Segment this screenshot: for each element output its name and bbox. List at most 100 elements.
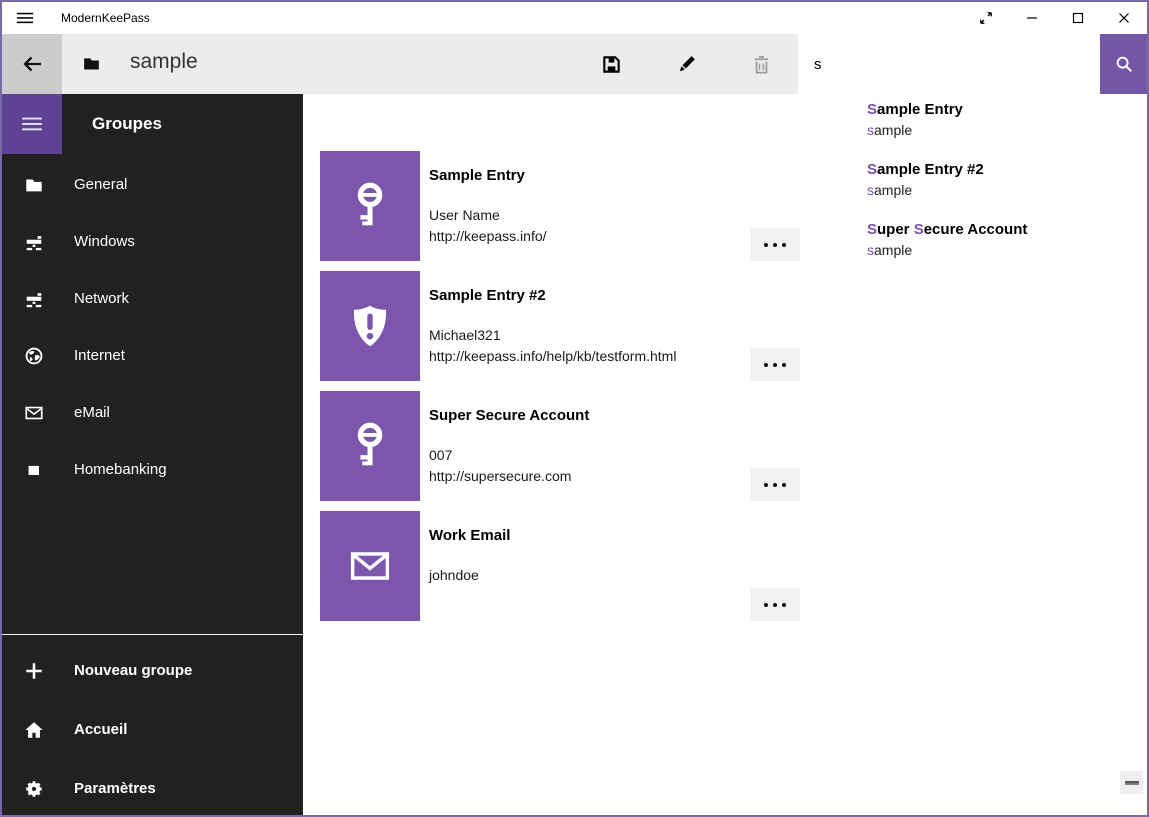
mail-icon bbox=[343, 539, 397, 593]
maximize-button[interactable] bbox=[1055, 2, 1101, 34]
back-button[interactable] bbox=[2, 34, 62, 94]
fullscreen-icon bbox=[978, 10, 994, 26]
sidebar-item-network[interactable]: Network bbox=[2, 270, 303, 327]
sidebar-item-label: Homebanking bbox=[74, 461, 167, 478]
minus-dash-icon bbox=[1125, 781, 1139, 785]
entry-tile bbox=[320, 151, 420, 261]
sidebar-item-label: Internet bbox=[74, 347, 125, 364]
entry-more-button[interactable] bbox=[750, 228, 800, 261]
entry-tile bbox=[320, 511, 420, 621]
groups-header: Groupes bbox=[92, 94, 162, 154]
fullscreen-button[interactable] bbox=[963, 2, 1009, 34]
entry-title: Super Secure Account bbox=[429, 407, 759, 425]
shield-alert-icon bbox=[343, 299, 397, 353]
entry-text: Super Secure Account 007 http://supersec… bbox=[429, 391, 759, 487]
entry-more-button[interactable] bbox=[750, 348, 800, 381]
search-suggestions: Sample Entry sample Sample Entry #2 samp… bbox=[867, 100, 1147, 280]
zoom-out-button[interactable] bbox=[1120, 771, 1143, 794]
sidebar: Groupes General Windows Network Internet… bbox=[2, 94, 303, 815]
window-controls bbox=[963, 2, 1147, 34]
database-title: sample bbox=[130, 50, 198, 74]
entry-more-button[interactable] bbox=[750, 588, 800, 621]
sidebar-item-homebanking[interactable]: Homebanking bbox=[2, 441, 303, 498]
entry-more-button[interactable] bbox=[750, 468, 800, 501]
folder-icon bbox=[24, 175, 44, 195]
delete-button[interactable] bbox=[724, 34, 799, 94]
pencil-icon bbox=[676, 54, 697, 75]
save-button[interactable] bbox=[574, 34, 649, 94]
search-box bbox=[798, 34, 1100, 94]
group-list: General Windows Network Internet eMail H… bbox=[2, 156, 303, 498]
entry-text: Sample Entry #2 Michael321 http://keepas… bbox=[429, 271, 759, 367]
suggestion-title: Sample Entry #2 bbox=[867, 160, 1147, 180]
suggestion-title: Sample Entry bbox=[867, 100, 1147, 120]
suggestion-subtitle: sample bbox=[867, 180, 1147, 200]
sidebar-item-email[interactable]: eMail bbox=[2, 384, 303, 441]
sidebar-item-label: Paramètres bbox=[74, 780, 156, 797]
back-arrow-icon bbox=[20, 52, 44, 76]
sidebar-item-label: Network bbox=[74, 290, 129, 307]
nav-menu-button[interactable] bbox=[2, 94, 62, 154]
suggestion-subtitle: sample bbox=[867, 240, 1147, 260]
entry-username: johndoe bbox=[429, 565, 759, 586]
entry-username: 007 bbox=[429, 445, 759, 466]
main-content: Sample Entry User Name http://keepass.in… bbox=[303, 94, 1147, 815]
database-folder-icon bbox=[82, 54, 101, 73]
sidebar-item-label: Accueil bbox=[74, 721, 127, 738]
sidebar-item-accueil[interactable]: Accueil bbox=[2, 700, 303, 759]
suggestion-subtitle: sample bbox=[867, 120, 1147, 140]
app-window: ModernKeePass sample bbox=[0, 0, 1149, 817]
hamburger-icon bbox=[21, 113, 43, 135]
titlebar: ModernKeePass bbox=[2, 2, 1147, 34]
minimize-icon bbox=[1024, 10, 1040, 26]
suggestion-title: Super Secure Account bbox=[867, 220, 1147, 240]
entry-super-secure-account[interactable]: Super Secure Account 007 http://supersec… bbox=[320, 391, 800, 501]
sidebar-item-general[interactable]: General bbox=[2, 156, 303, 213]
sidebar-item-nouveau-groupe[interactable]: Nouveau groupe bbox=[2, 641, 303, 700]
maximize-icon bbox=[1070, 10, 1086, 26]
entry-list: Sample Entry User Name http://keepass.in… bbox=[320, 151, 800, 631]
search-button[interactable] bbox=[1100, 34, 1147, 94]
globe-icon bbox=[24, 346, 44, 366]
key-icon bbox=[343, 179, 397, 233]
sidebar-item-label: Windows bbox=[74, 233, 135, 250]
entry-username: User Name bbox=[429, 205, 759, 226]
titlebar-menu-button[interactable] bbox=[2, 2, 48, 34]
entry-sample-entry-2[interactable]: Sample Entry #2 Michael321 http://keepas… bbox=[320, 271, 800, 381]
gear-icon bbox=[24, 779, 44, 799]
sidebar-item-label: General bbox=[74, 176, 127, 193]
entry-text: Sample Entry User Name http://keepass.in… bbox=[429, 151, 759, 247]
sidebar-divider bbox=[2, 634, 303, 635]
network-icon bbox=[24, 232, 44, 252]
entry-work-email[interactable]: Work Email johndoe bbox=[320, 511, 800, 621]
search-suggestion-item[interactable]: Super Secure Account sample bbox=[867, 220, 1147, 260]
search-suggestion-item[interactable]: Sample Entry #2 sample bbox=[867, 160, 1147, 200]
entry-username: Michael321 bbox=[429, 325, 759, 346]
sidebar-item-label: Nouveau groupe bbox=[74, 662, 192, 679]
edit-button[interactable] bbox=[649, 34, 724, 94]
app-title: ModernKeePass bbox=[61, 11, 150, 25]
entry-url: http://keepass.info/ bbox=[429, 226, 759, 247]
mail-icon bbox=[24, 403, 44, 423]
sidebar-commands: Nouveau groupe Accueil Paramètres bbox=[2, 641, 303, 817]
search-input[interactable] bbox=[812, 34, 1087, 94]
sidebar-item-windows[interactable]: Windows bbox=[2, 213, 303, 270]
hamburger-icon bbox=[16, 9, 34, 27]
trash-icon bbox=[751, 54, 772, 75]
network-icon bbox=[24, 289, 44, 309]
entry-title: Sample Entry #2 bbox=[429, 287, 759, 305]
sidebar-item-internet[interactable]: Internet bbox=[2, 327, 303, 384]
entry-url: http://keepass.info/help/kb/testform.htm… bbox=[429, 346, 759, 367]
minimize-button[interactable] bbox=[1009, 2, 1055, 34]
close-icon bbox=[1116, 10, 1132, 26]
home-icon bbox=[24, 720, 44, 740]
entry-title: Work Email bbox=[429, 527, 759, 545]
search-suggestion-item[interactable]: Sample Entry sample bbox=[867, 100, 1147, 140]
close-button[interactable] bbox=[1101, 2, 1147, 34]
sidebar-item-label: eMail bbox=[74, 404, 110, 421]
entry-sample-entry[interactable]: Sample Entry User Name http://keepass.in… bbox=[320, 151, 800, 261]
sidebar-item-param-tres[interactable]: Paramètres bbox=[2, 759, 303, 817]
entry-tile bbox=[320, 271, 420, 381]
search-icon bbox=[1114, 54, 1134, 74]
entry-url: http://supersecure.com bbox=[429, 466, 759, 487]
